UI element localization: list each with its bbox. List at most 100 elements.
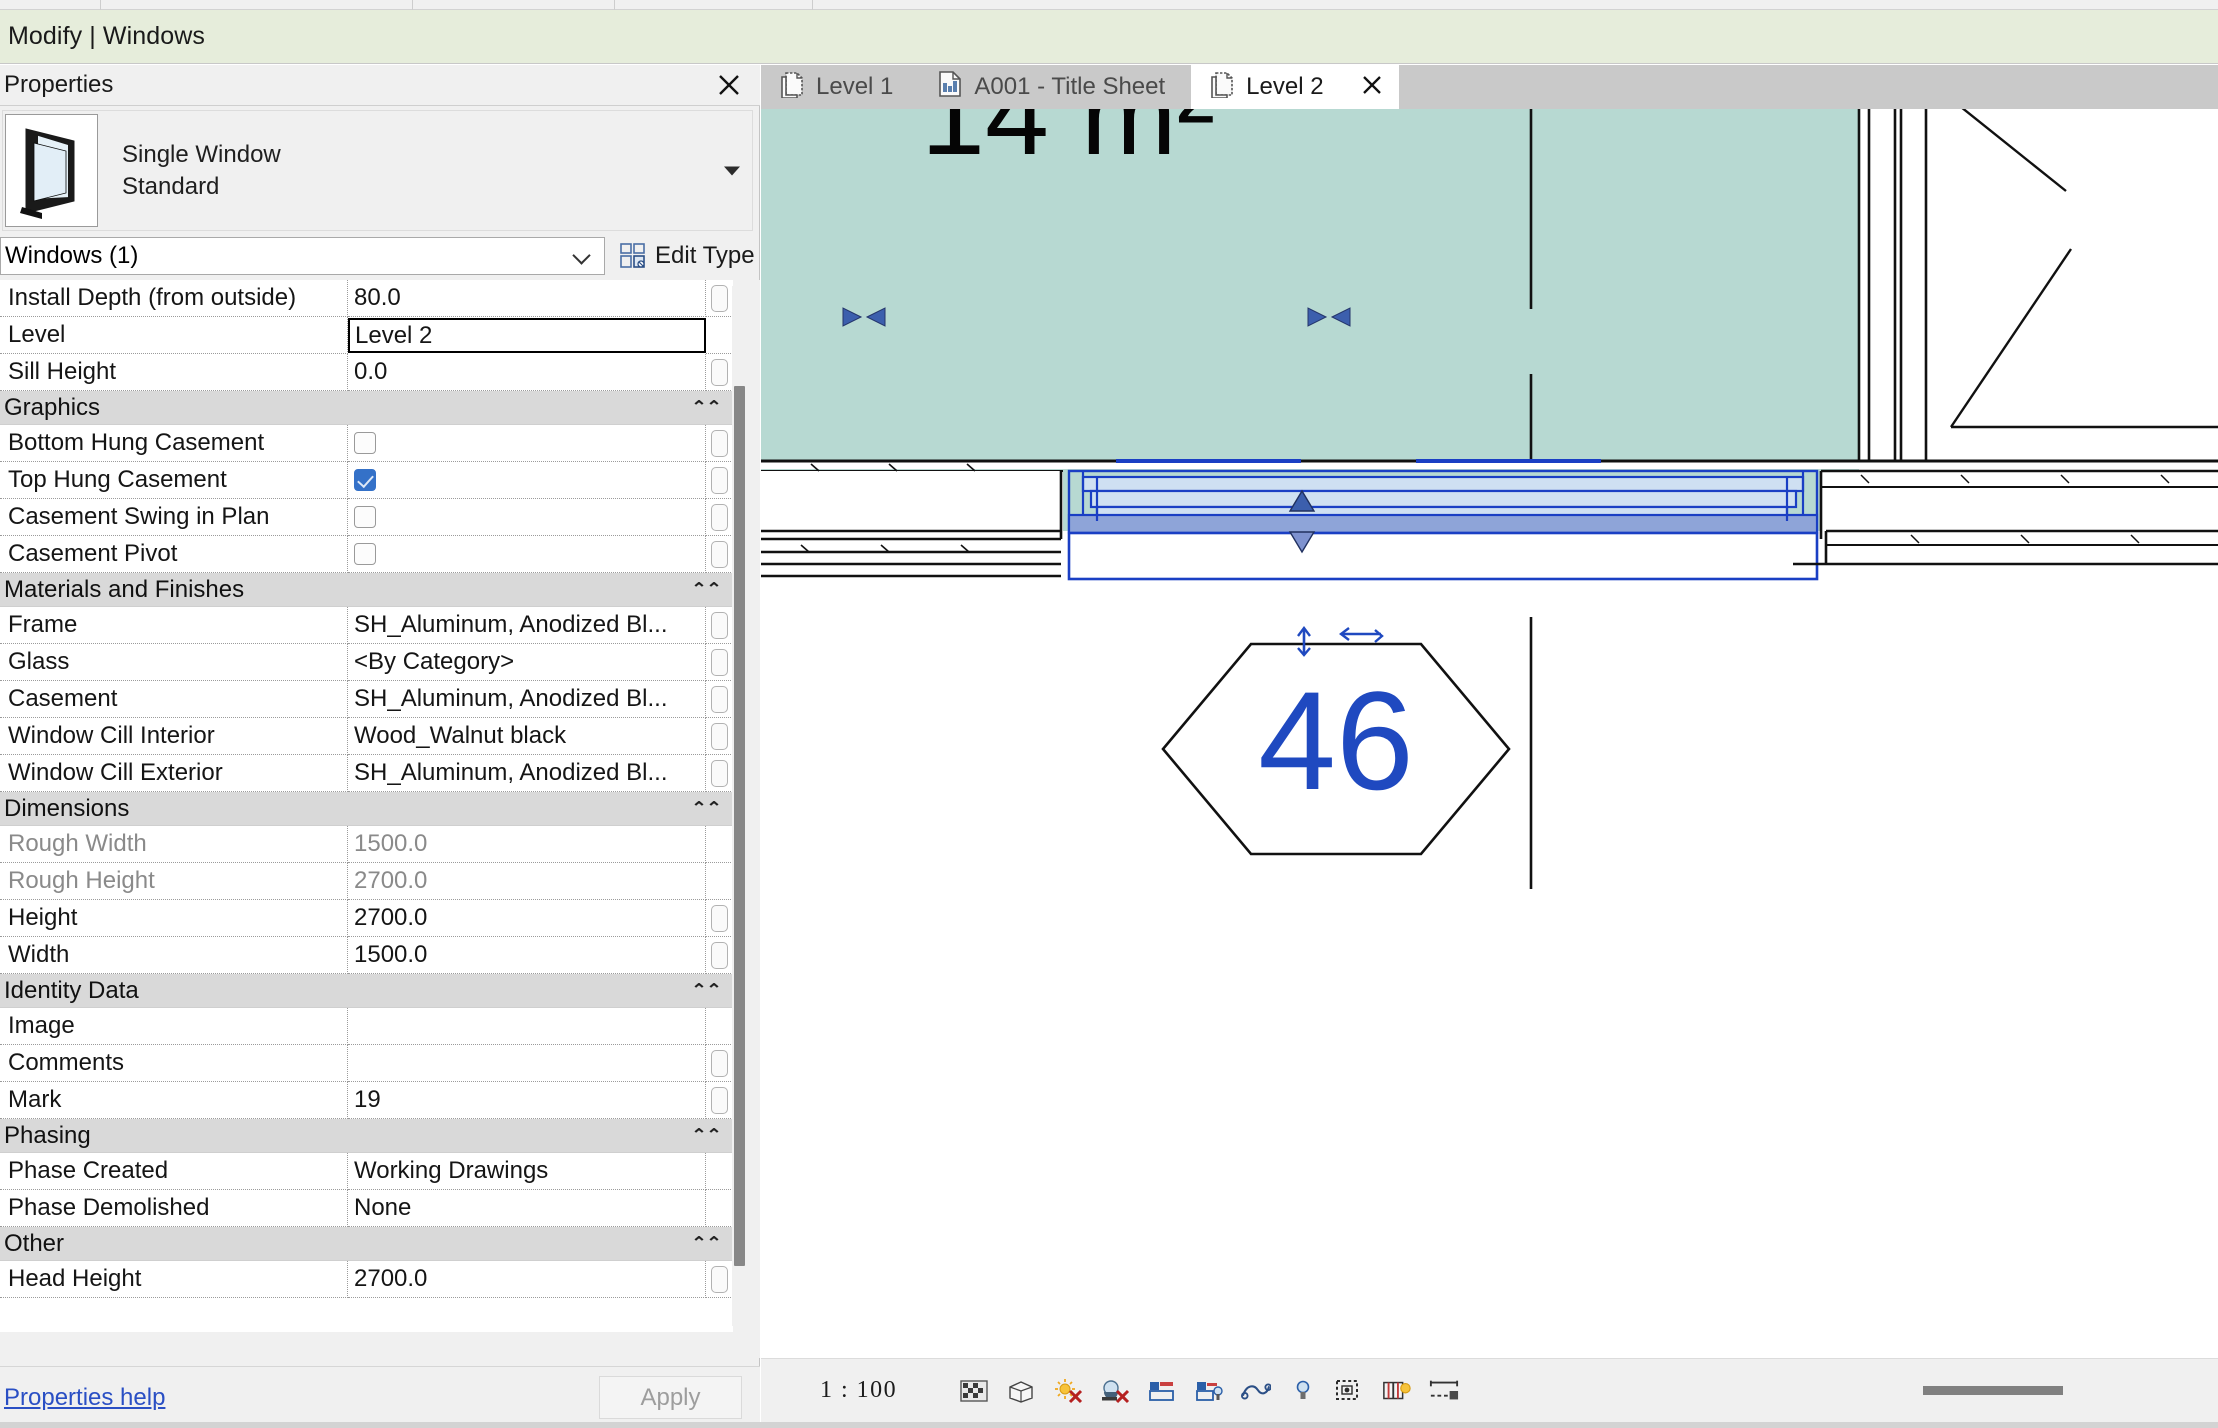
parameter-value[interactable]: 2700.0 xyxy=(348,900,706,937)
parameter-value[interactable]: <By Category> xyxy=(348,644,706,681)
crop-view-icon[interactable] xyxy=(1194,1376,1224,1406)
show-render-dialog-icon[interactable] xyxy=(1147,1376,1177,1406)
parameter-browse-button[interactable] xyxy=(706,718,733,755)
chevron-up-icon[interactable]: ⌃⌃ xyxy=(691,399,722,415)
parameter-value[interactable] xyxy=(348,499,706,536)
parameter-row[interactable]: Phase Created Working Drawings xyxy=(0,1153,733,1190)
parameter-value[interactable] xyxy=(348,462,706,499)
parameter-row[interactable]: Height 2700.0 xyxy=(0,900,733,937)
parameter-value[interactable]: 1500.0 xyxy=(348,937,706,974)
parameter-value[interactable]: Wood_Walnut black xyxy=(348,718,706,755)
parameter-value[interactable]: SH_Aluminum, Anodized Bl... xyxy=(348,607,706,644)
parameter-value[interactable]: SH_Aluminum, Anodized Bl... xyxy=(348,755,706,792)
chevron-down-icon[interactable] xyxy=(724,166,740,175)
drag-handle[interactable] xyxy=(1923,1386,2063,1395)
parameter-browse-button[interactable] xyxy=(706,499,733,536)
view-tab-level-1[interactable]: Level 1 xyxy=(761,65,919,109)
parameter-value[interactable]: 1500.0 xyxy=(348,826,706,863)
parameter-browse-button[interactable] xyxy=(706,937,733,974)
parameter-browse-button[interactable] xyxy=(706,536,733,573)
edit-type-button[interactable]: Edit Type xyxy=(619,242,755,270)
parameter-browse-button[interactable] xyxy=(706,607,733,644)
parameter-row[interactable]: Install Depth (from outside) 80.0 xyxy=(0,280,733,317)
type-selector[interactable]: Single Window Standard xyxy=(2,110,753,231)
parameter-row[interactable]: Top Hung Casement xyxy=(0,462,733,499)
parameter-row[interactable]: Window Cill Interior Wood_Walnut black xyxy=(0,718,733,755)
parameter-row[interactable]: Frame SH_Aluminum, Anodized Bl... xyxy=(0,607,733,644)
parameter-value[interactable] xyxy=(348,425,706,462)
parameter-value[interactable]: 80.0 xyxy=(348,280,706,317)
parameter-group-header[interactable]: Identity Data ⌃⌃ xyxy=(0,974,733,1008)
analytical-model-icon[interactable] xyxy=(1382,1376,1412,1406)
parameter-group-header[interactable]: Phasing ⌃⌃ xyxy=(0,1119,733,1153)
chevron-up-icon[interactable]: ⌃⌃ xyxy=(691,1127,722,1143)
shadows-off-icon[interactable] xyxy=(1100,1376,1130,1406)
parameter-group-header[interactable]: Dimensions ⌃⌃ xyxy=(0,792,733,826)
parameter-value[interactable]: 2700.0 xyxy=(348,863,706,900)
parameter-row[interactable]: Head Height 2700.0 xyxy=(0,1261,733,1298)
checkbox-unchecked-icon[interactable] xyxy=(354,506,376,528)
highlight-displacement-sets-icon[interactable] xyxy=(1429,1376,1459,1406)
parameter-row[interactable]: Casement SH_Aluminum, Anodized Bl... xyxy=(0,681,733,718)
parameter-grid-scrollbar[interactable] xyxy=(732,286,747,1326)
parameter-browse-button[interactable] xyxy=(706,681,733,718)
parameter-browse-button[interactable] xyxy=(706,425,733,462)
parameter-row[interactable]: Image xyxy=(0,1008,733,1045)
parameter-row[interactable]: Bottom Hung Casement xyxy=(0,425,733,462)
parameter-value[interactable]: 0.0 xyxy=(348,354,706,391)
close-icon[interactable] xyxy=(1361,74,1383,101)
checkbox-unchecked-icon[interactable] xyxy=(354,543,376,565)
detail-level-icon[interactable] xyxy=(959,1376,989,1406)
parameter-row[interactable]: Sill Height 0.0 xyxy=(0,354,733,391)
parameter-browse-button[interactable] xyxy=(706,354,733,391)
parameter-grid[interactable]: Install Depth (from outside) 80.0 Level Lev… xyxy=(0,280,733,1332)
parameter-row[interactable]: Casement Swing in Plan xyxy=(0,499,733,536)
properties-help-link[interactable]: Properties help xyxy=(4,1384,165,1412)
parameter-row[interactable]: Comments xyxy=(0,1045,733,1082)
view-scale-label[interactable]: 1 : 100 xyxy=(820,1377,897,1404)
reveal-hidden-elements-icon[interactable] xyxy=(1288,1376,1318,1406)
parameter-row[interactable]: Phase Demolished None xyxy=(0,1190,733,1227)
parameter-browse-button[interactable] xyxy=(706,755,733,792)
parameter-value[interactable]: SH_Aluminum, Anodized Bl... xyxy=(348,681,706,718)
checkbox-checked-icon[interactable] xyxy=(354,469,376,491)
parameter-value[interactable] xyxy=(348,536,706,573)
chevron-up-icon[interactable]: ⌃⌃ xyxy=(691,800,722,816)
scrollbar-thumb[interactable] xyxy=(734,386,745,1266)
parameter-group-header[interactable]: Other ⌃⌃ xyxy=(0,1227,733,1261)
parameter-value[interactable] xyxy=(348,1045,706,1082)
chevron-up-icon[interactable]: ⌃⌃ xyxy=(691,982,722,998)
parameter-row[interactable]: Width 1500.0 xyxy=(0,937,733,974)
parameter-row[interactable]: Rough Height 2700.0 xyxy=(0,863,733,900)
parameter-browse-button[interactable] xyxy=(706,1082,733,1119)
parameter-value[interactable]: 2700.0 xyxy=(348,1261,706,1298)
view-tab-level-2[interactable]: Level 2 xyxy=(1191,65,1399,109)
temporary-view-properties-icon[interactable] xyxy=(1335,1376,1365,1406)
parameter-row[interactable]: Casement Pivot xyxy=(0,536,733,573)
parameter-row[interactable]: Rough Width 1500.0 xyxy=(0,826,733,863)
chevron-up-icon[interactable]: ⌃⌃ xyxy=(691,1235,722,1251)
parameter-row[interactable]: Level Level 2 xyxy=(0,317,733,354)
visual-style-icon[interactable] xyxy=(1006,1376,1036,1406)
parameter-group-header[interactable]: Graphics ⌃⌃ xyxy=(0,391,733,425)
parameter-browse-button[interactable] xyxy=(706,900,733,937)
parameter-row[interactable]: Glass <By Category> xyxy=(0,644,733,681)
parameter-value[interactable]: Working Drawings xyxy=(348,1153,706,1190)
parameter-browse-button[interactable] xyxy=(706,644,733,681)
parameter-browse-button[interactable] xyxy=(706,280,733,317)
parameter-browse-button[interactable] xyxy=(706,1261,733,1298)
apply-button[interactable]: Apply xyxy=(599,1376,742,1419)
parameter-browse-button[interactable] xyxy=(706,1045,733,1082)
parameter-value[interactable]: None xyxy=(348,1190,706,1227)
category-select[interactable]: Windows (1) xyxy=(0,237,605,275)
parameter-value[interactable] xyxy=(348,1008,706,1045)
sun-path-off-icon[interactable] xyxy=(1053,1376,1083,1406)
drawing-canvas[interactable]: 14 m² 46 xyxy=(761,109,2218,1358)
checkbox-unchecked-icon[interactable] xyxy=(354,432,376,454)
chevron-up-icon[interactable]: ⌃⌃ xyxy=(691,581,722,597)
temporary-hide-isolate-icon[interactable] xyxy=(1241,1376,1272,1406)
parameter-row[interactable]: Window Cill Exterior SH_Aluminum, Anodize… xyxy=(0,755,733,792)
parameter-browse-button[interactable] xyxy=(706,462,733,499)
close-icon[interactable] xyxy=(714,70,744,100)
view-tab-a001-title-sheet[interactable]: A001 - Title Sheet xyxy=(919,65,1191,109)
